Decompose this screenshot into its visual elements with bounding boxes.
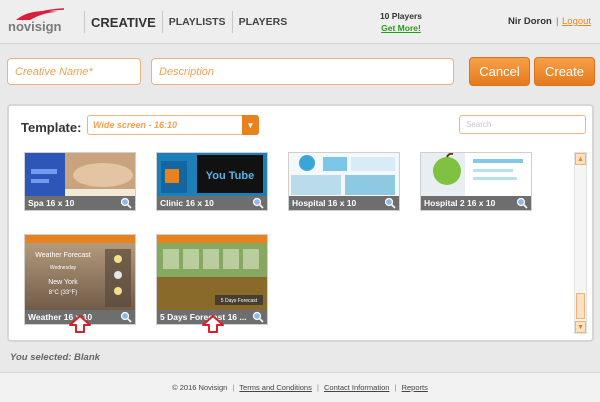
template-card-hospital[interactable]: Hospital 16 x 10	[288, 152, 400, 211]
up-arrow-icon	[202, 315, 224, 333]
contact-link[interactable]: Contact Information	[324, 383, 389, 392]
create-button[interactable]: Create	[534, 57, 595, 86]
card-title: Spa 16 x 10	[25, 196, 135, 210]
template-panel: Template: Wide screen - 16:10 ▼ Spa 16 x…	[7, 104, 594, 342]
creative-name-input[interactable]	[7, 58, 141, 85]
spa-thumbnail	[25, 153, 135, 198]
footer-separator: |	[232, 383, 235, 392]
template-card-spa[interactable]: Spa 16 x 10	[24, 152, 136, 211]
svg-text:New York: New York	[48, 279, 78, 286]
up-arrow-icon	[69, 315, 91, 333]
header: novisign CREATIVE PLAYLISTS PLAYERS 10 P…	[0, 0, 600, 44]
hospital-2-thumbnail	[421, 153, 531, 198]
description-input[interactable]	[151, 58, 454, 85]
template-grid: Spa 16 x 10 You Tube Clinic 16 x 10 Hosp…	[24, 152, 564, 334]
clinic-thumbnail: You Tube	[157, 153, 267, 198]
forecast-thumbnail: 5 Days Forecast	[157, 243, 267, 312]
footer: © 2016 Novisign | Terms and Conditions |…	[0, 372, 600, 402]
nav-playlists[interactable]: PLAYLISTS	[161, 11, 232, 33]
template-scrollbar[interactable]: ▲ ▼	[574, 152, 587, 334]
logout-link[interactable]: Logout	[562, 16, 591, 27]
youtube-label: You Tube	[206, 170, 254, 182]
template-search-input[interactable]	[459, 115, 586, 134]
svg-text:Weather Forecast: Weather Forecast	[35, 252, 91, 259]
terms-link[interactable]: Terms and Conditions	[239, 383, 312, 392]
card-top-bar	[25, 235, 135, 243]
zoom-icon[interactable]	[252, 197, 264, 209]
template-label: Template:	[21, 120, 82, 135]
svg-text:8°C (33°F): 8°C (33°F)	[49, 290, 77, 296]
main-nav: CREATIVE PLAYLISTS PLAYERS	[84, 0, 293, 44]
template-size-value: Wide screen - 16:10	[93, 120, 177, 130]
selected-template-text: You selected: Blank	[10, 352, 100, 363]
logo-text[interactable]: novisign	[8, 19, 61, 34]
copyright: © 2016 Novisign	[172, 383, 228, 392]
template-card-5-days-forecast[interactable]: 5 Days Forecast 5 Days Forecast 16 ...	[156, 234, 268, 325]
user-separator: |	[556, 16, 559, 27]
zoom-icon[interactable]	[120, 197, 132, 209]
card-title: Hospital 16 x 10	[289, 196, 399, 210]
zoom-icon[interactable]	[252, 311, 264, 323]
card-top-bar	[157, 235, 267, 243]
hospital-thumbnail	[289, 153, 399, 198]
svg-text:Wednesday: Wednesday	[50, 265, 77, 271]
scroll-up-icon[interactable]: ▲	[575, 153, 586, 165]
template-card-clinic[interactable]: You Tube Clinic 16 x 10	[156, 152, 268, 211]
weather-thumbnail: Weather Forecast Wednesday New York 8°C …	[25, 243, 135, 312]
reports-link[interactable]: Reports	[402, 383, 428, 392]
card-title: Clinic 16 x 10	[157, 196, 267, 210]
svg-text:5 Days Forecast: 5 Days Forecast	[221, 298, 258, 304]
get-more-link[interactable]: Get More!	[365, 23, 437, 33]
card-title: Hospital 2 16 x 10	[421, 196, 531, 210]
nav-creative[interactable]: CREATIVE	[84, 11, 162, 33]
chevron-down-icon[interactable]: ▼	[242, 115, 259, 135]
footer-separator: |	[316, 383, 319, 392]
footer-separator: |	[394, 383, 397, 392]
zoom-icon[interactable]	[120, 311, 132, 323]
zoom-icon[interactable]	[516, 197, 528, 209]
template-card-hospital-2[interactable]: Hospital 2 16 x 10	[420, 152, 532, 211]
nav-players[interactable]: PLAYERS	[231, 11, 294, 33]
zoom-icon[interactable]	[384, 197, 396, 209]
scrollbar-thumb[interactable]	[576, 293, 585, 319]
template-size-select[interactable]: Wide screen - 16:10 ▼	[87, 115, 259, 135]
players-count: 10 Players	[379, 11, 423, 21]
user-name: Nir Doron	[508, 16, 552, 27]
scroll-down-icon[interactable]: ▼	[575, 321, 586, 333]
cancel-button[interactable]: Cancel	[469, 57, 530, 86]
template-card-weather[interactable]: Weather Forecast Wednesday New York 8°C …	[24, 234, 136, 325]
footer-links: © 2016 Novisign | Terms and Conditions |…	[0, 383, 600, 392]
